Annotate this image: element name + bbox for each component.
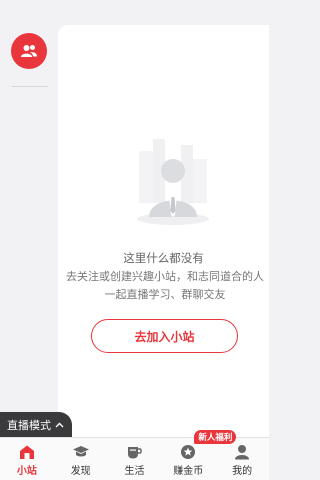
tab-label: 赚金币 [173, 466, 204, 477]
group-users-icon [21, 45, 37, 57]
empty-state-title: 这里什么都没有 [123, 251, 204, 265]
tab-life[interactable]: 生活 [108, 438, 162, 480]
rail-divider [12, 86, 48, 87]
join-station-button[interactable]: 去加入小站 [91, 319, 238, 353]
chevron-up-icon [55, 422, 64, 428]
home-station-icon [19, 445, 34, 459]
group-button[interactable] [11, 33, 47, 69]
tab-label: 生活 [124, 466, 145, 477]
tab-label: 小站 [16, 466, 37, 477]
graduation-cap-icon [72, 446, 89, 457]
bottom-tab-bar: 小站 发现 生活 新人福利 赚金币 我的 [0, 430, 269, 480]
tab-mine[interactable]: 我的 [215, 438, 269, 480]
tab-discover[interactable]: 发现 [54, 438, 108, 480]
cup-icon [128, 447, 143, 459]
live-mode-label: 直播模式 [7, 419, 51, 432]
tab-station[interactable]: 小站 [0, 438, 54, 480]
tab-label: 我的 [232, 466, 253, 477]
coin-star-icon [181, 445, 196, 459]
empty-state-illustration-icon [137, 139, 209, 225]
tab-label: 发现 [70, 466, 91, 477]
user-icon [235, 445, 250, 460]
live-mode-toggle[interactable]: 直播模式 [0, 412, 72, 438]
main-panel: 这里什么都没有 去关注或创建兴趣小站，和志同道合的人一起直播学习、群聊交友 去加… [58, 25, 269, 437]
left-rail [0, 0, 58, 437]
empty-state-description: 去关注或创建兴趣小站，和志同道合的人一起直播学习、群聊交友 [66, 270, 264, 301]
tab-earn-coins[interactable]: 新人福利 赚金币 [161, 430, 237, 480]
